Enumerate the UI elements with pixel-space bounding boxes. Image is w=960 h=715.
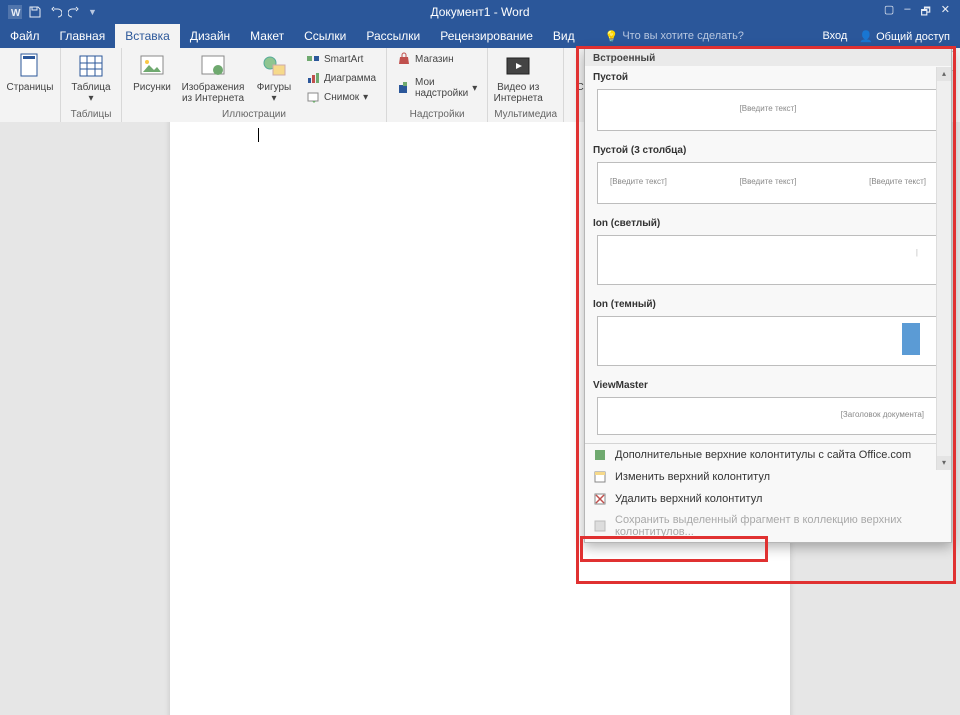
shapes-icon <box>260 52 288 80</box>
gallery-item-name: ViewMaster <box>585 374 951 393</box>
tab-view[interactable]: Вид <box>543 24 585 48</box>
gallery-item-ion-light[interactable]: | <box>597 235 939 285</box>
restore-icon[interactable]: 🗗 <box>920 3 930 22</box>
gallery-item-name: Пустой (3 столбца) <box>585 139 951 158</box>
tab-file[interactable]: Файл <box>0 24 50 48</box>
chart-icon <box>306 71 320 85</box>
quick-access-toolbar: W ▼ <box>0 5 105 19</box>
chart-button[interactable]: Диаграмма <box>302 69 380 87</box>
edit-header-icon <box>593 470 607 484</box>
close-icon[interactable]: ✕ <box>941 3 950 22</box>
edit-header-button[interactable]: Изменить верхний колонтитул <box>585 466 951 488</box>
screenshot-button[interactable]: Снимок ▾ <box>302 88 380 106</box>
gallery-scrollbar[interactable]: ▴ ▾ <box>936 67 951 470</box>
group-addins: Магазин Мои надстройки ▾ Надстройки <box>387 48 488 122</box>
gallery-item-name: Ion (светлый) <box>585 212 951 231</box>
svg-text:W: W <box>11 8 21 19</box>
document-title: Документ1 - Word <box>430 5 529 19</box>
pictures-button[interactable]: Рисунки <box>128 50 176 93</box>
online-pictures-button[interactable]: Изображенияиз Интернета <box>180 50 246 104</box>
remove-header-icon <box>593 492 607 506</box>
scroll-down-icon[interactable]: ▾ <box>937 456 951 470</box>
group-media: Видео изИнтернета Мультимедиа <box>488 48 564 122</box>
group-tables: Таблица▾ Таблицы <box>61 48 122 122</box>
gallery-item-name: Ion (темный) <box>585 293 951 312</box>
menu-bar: Файл Главная Вставка Дизайн Макет Ссылки… <box>0 24 960 48</box>
save-icon[interactable] <box>28 5 42 19</box>
share-button[interactable]: 👤 Общий доступ <box>859 30 950 43</box>
gallery-item-blank-3col[interactable]: [Введите текст] [Введите текст] [Введите… <box>597 162 939 204</box>
remove-header-button[interactable]: Удалить верхний колонтитул <box>585 488 951 510</box>
bulb-icon: 💡 <box>605 30 619 43</box>
tab-mailings[interactable]: Рассылки <box>356 24 430 48</box>
tab-design[interactable]: Дизайн <box>180 24 240 48</box>
tab-home[interactable]: Главная <box>50 24 116 48</box>
qat-dropdown-icon[interactable]: ▼ <box>88 7 97 17</box>
table-button[interactable]: Таблица▾ <box>67 50 115 104</box>
ribbon-options-icon[interactable]: ▢ <box>884 3 894 22</box>
header-gallery-dropdown: Встроенный Пустой [Введите текст] Пустой… <box>584 48 952 543</box>
gallery-item-ion-dark[interactable] <box>597 316 939 366</box>
undo-icon[interactable] <box>48 5 62 19</box>
store-button[interactable]: Магазин <box>393 50 481 68</box>
tab-review[interactable]: Рецензирование <box>430 24 543 48</box>
gallery-item-name: Пустой <box>585 66 951 85</box>
title-bar: W ▼ Документ1 - Word ▢ – 🗗 ✕ <box>0 0 960 24</box>
tab-insert[interactable]: Вставка <box>115 24 180 48</box>
person-icon: 👤 <box>859 31 873 43</box>
my-addins-button[interactable]: Мои надстройки ▾ <box>393 75 481 101</box>
store-icon <box>397 52 411 66</box>
pictures-icon <box>138 52 166 80</box>
scroll-up-icon[interactable]: ▴ <box>937 67 951 81</box>
gallery-item-blank[interactable]: [Введите текст] <box>597 89 939 131</box>
redo-icon[interactable] <box>68 5 82 19</box>
addins-icon <box>397 81 411 95</box>
word-icon: W <box>8 5 22 19</box>
minimize-icon[interactable]: – <box>904 3 910 22</box>
tab-layout[interactable]: Макет <box>240 24 294 48</box>
gallery-item-viewmaster[interactable]: [Заголовок документа] <box>597 397 939 435</box>
table-icon <box>77 52 105 80</box>
group-pages: Страницы <box>0 48 61 122</box>
save-selection-button: Сохранить выделенный фрагмент в коллекци… <box>585 510 951 542</box>
smartart-icon <box>306 52 320 66</box>
smartart-button[interactable]: SmartArt <box>302 50 380 68</box>
save-selection-icon <box>593 519 607 533</box>
screenshot-icon <box>306 90 320 104</box>
more-headers-button[interactable]: Дополнительные верхние колонтитулы с сай… <box>585 444 951 466</box>
gallery-footer-menu: Дополнительные верхние колонтитулы с сай… <box>585 443 951 542</box>
online-video-button[interactable]: Видео изИнтернета <box>494 50 542 104</box>
video-icon <box>504 52 532 80</box>
tell-me-text: Что вы хотите сделать? <box>622 30 744 42</box>
group-illustrations: Рисунки Изображенияиз Интернета Фигуры▾ … <box>122 48 387 122</box>
gallery-section-builtin: Встроенный <box>585 49 951 66</box>
online-pictures-icon <box>199 52 227 80</box>
signin-link[interactable]: Вход <box>822 30 847 42</box>
pages-icon <box>16 52 44 80</box>
pages-button[interactable]: Страницы <box>6 50 54 93</box>
window-controls: ▢ – 🗗 ✕ <box>874 3 960 22</box>
tell-me[interactable]: 💡 Что вы хотите сделать? <box>605 30 744 43</box>
illustrations-small: SmartArt Диаграмма Снимок ▾ <box>302 50 380 106</box>
text-cursor <box>258 128 259 142</box>
shapes-button[interactable]: Фигуры▾ <box>250 50 298 104</box>
tab-references[interactable]: Ссылки <box>294 24 356 48</box>
office-icon <box>593 448 607 462</box>
